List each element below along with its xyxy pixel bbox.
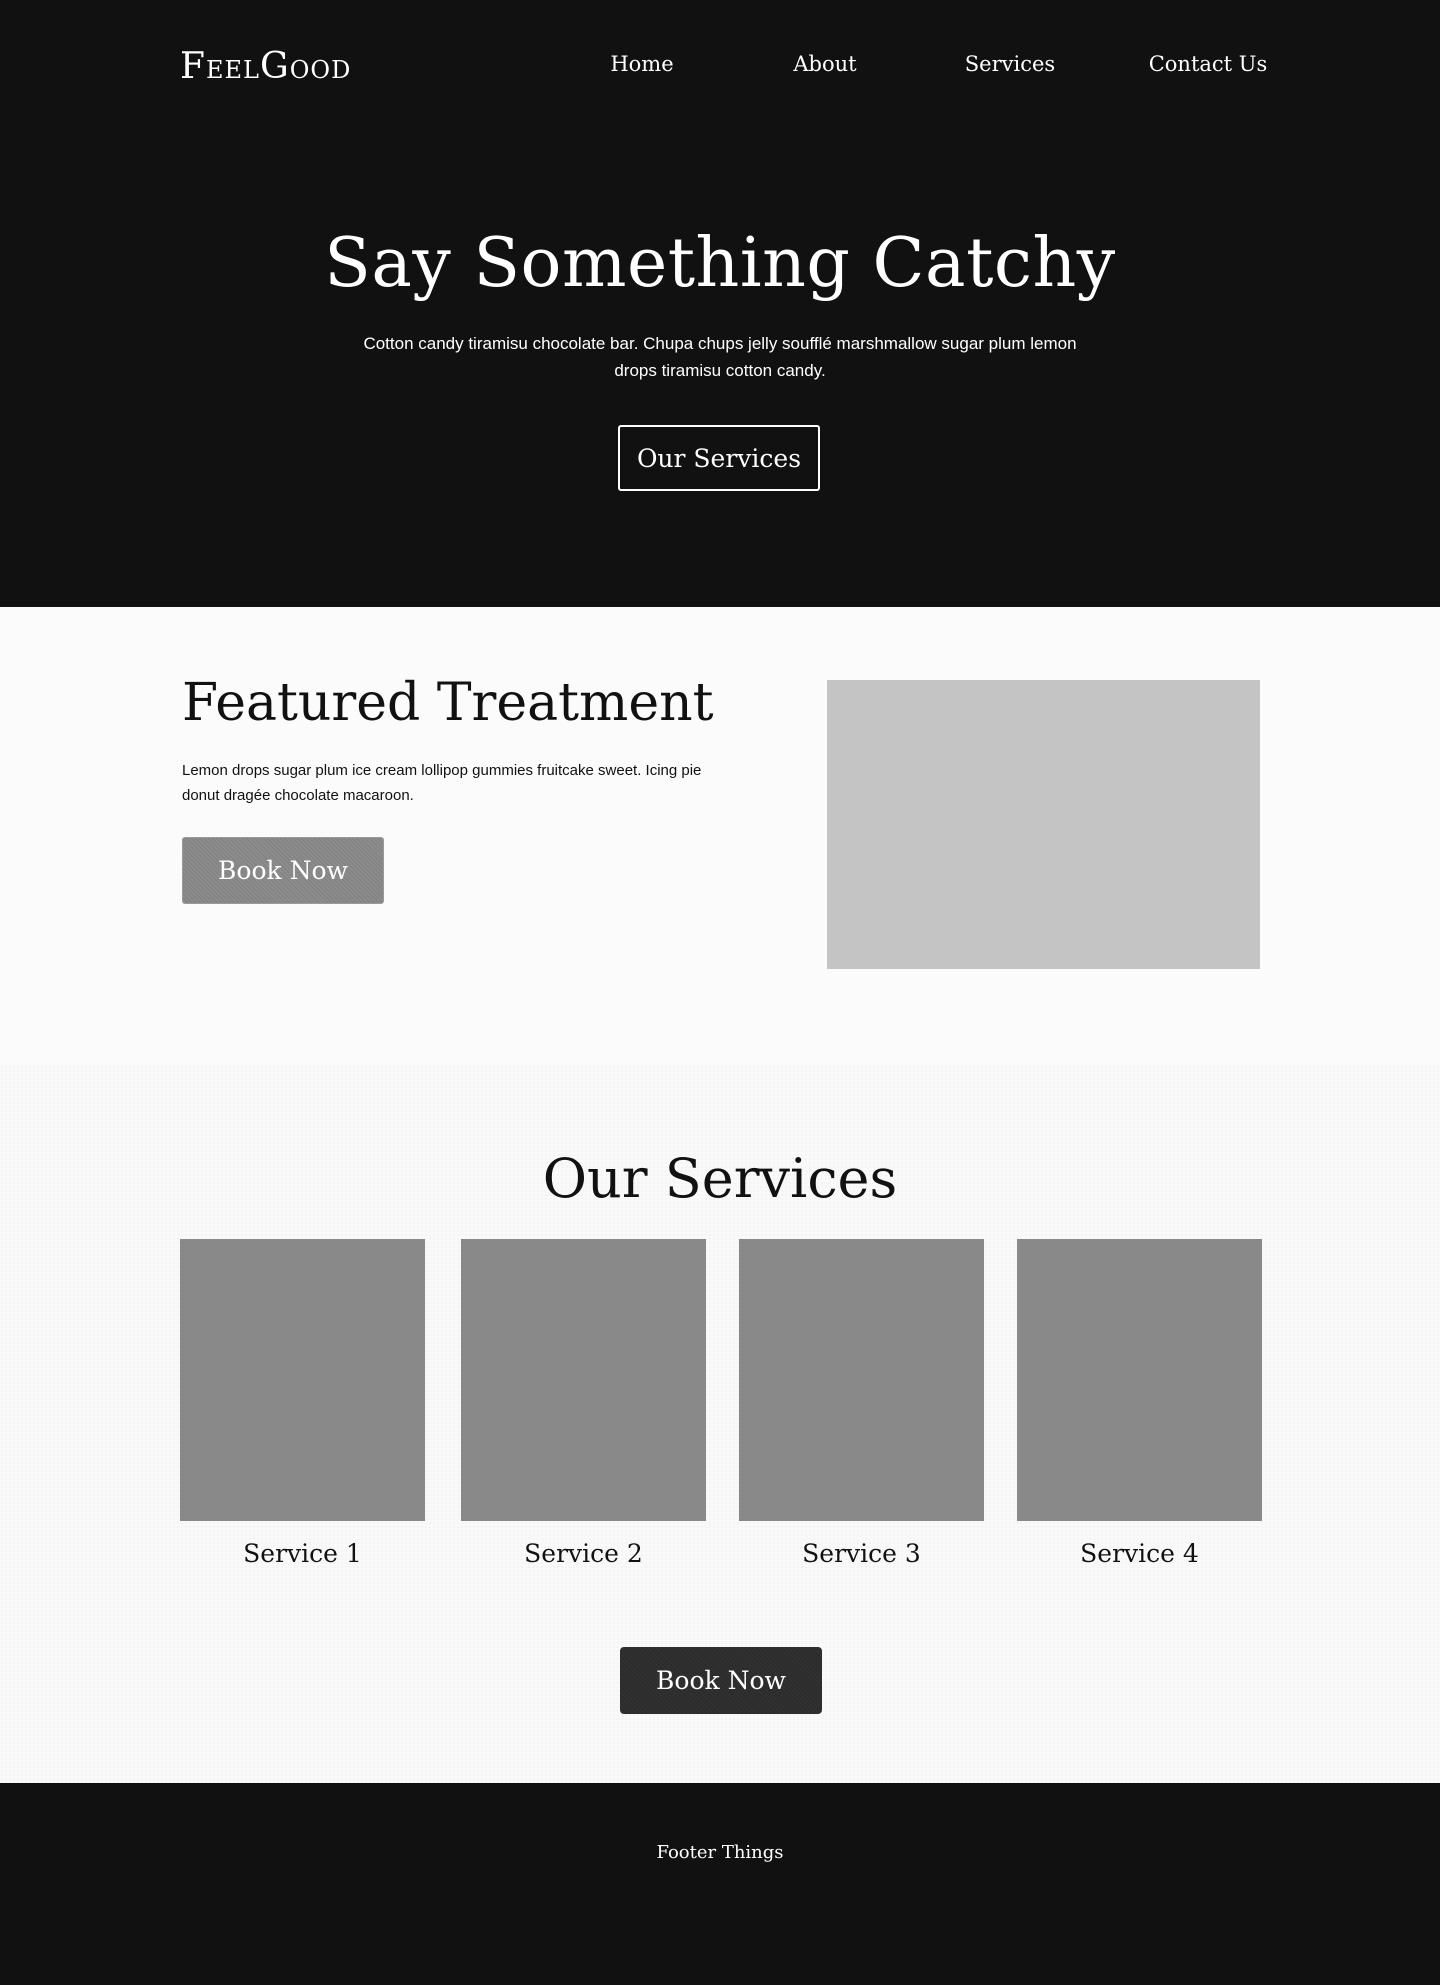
logo-initial-f: F xyxy=(180,46,206,87)
service-image-placeholder xyxy=(461,1239,706,1521)
hero-subtitle: Cotton candy tiramisu chocolate bar. Chu… xyxy=(363,334,1077,380)
services-title: Our Services xyxy=(542,1147,898,1210)
hero-title: Say Something Catchy xyxy=(324,224,1116,303)
service-image-placeholder xyxy=(739,1239,984,1521)
hero-section: FEELGOOD Home About Services Contact Us … xyxy=(0,0,1440,607)
nav-link-about[interactable]: About xyxy=(755,52,895,76)
logo-text-eel: EEL xyxy=(205,56,260,84)
logo-initial-g: G xyxy=(259,46,290,87)
service-image-placeholder xyxy=(180,1239,425,1521)
footer-text: Footer Things xyxy=(656,1842,784,1863)
service-label: Service 2 xyxy=(524,1539,643,1568)
service-card-4[interactable]: Service 4 xyxy=(1017,1239,1262,1568)
featured-book-now-button[interactable]: Book Now xyxy=(182,837,384,904)
services-book-now-button[interactable]: Book Now xyxy=(620,1647,822,1714)
service-card-2[interactable]: Service 2 xyxy=(461,1239,706,1568)
logo[interactable]: FEELGOOD xyxy=(180,46,351,87)
service-label: Service 3 xyxy=(802,1539,921,1568)
featured-title: Featured Treatment xyxy=(182,673,714,733)
featured-description: Lemon drops sugar plum ice cream lollipo… xyxy=(182,762,702,804)
service-label: Service 4 xyxy=(1080,1539,1199,1568)
nav-link-home[interactable]: Home xyxy=(572,52,712,76)
featured-treatment-section: Featured Treatment Lemon drops sugar plu… xyxy=(0,607,1440,1065)
service-label: Service 1 xyxy=(243,1539,362,1568)
our-services-button[interactable]: Our Services xyxy=(618,425,820,491)
service-card-1[interactable]: Service 1 xyxy=(180,1239,425,1568)
service-card-3[interactable]: Service 3 xyxy=(739,1239,984,1568)
featured-image-placeholder xyxy=(827,680,1260,969)
services-section: Our Services Service 1 Service 2 Service… xyxy=(0,1065,1440,1783)
footer: Footer Things xyxy=(0,1783,1440,1985)
service-image-placeholder xyxy=(1017,1239,1262,1521)
logo-text-ood: OOD xyxy=(289,56,352,84)
nav-link-services[interactable]: Services xyxy=(940,52,1080,76)
nav-link-contact-us[interactable]: Contact Us xyxy=(1138,52,1278,76)
